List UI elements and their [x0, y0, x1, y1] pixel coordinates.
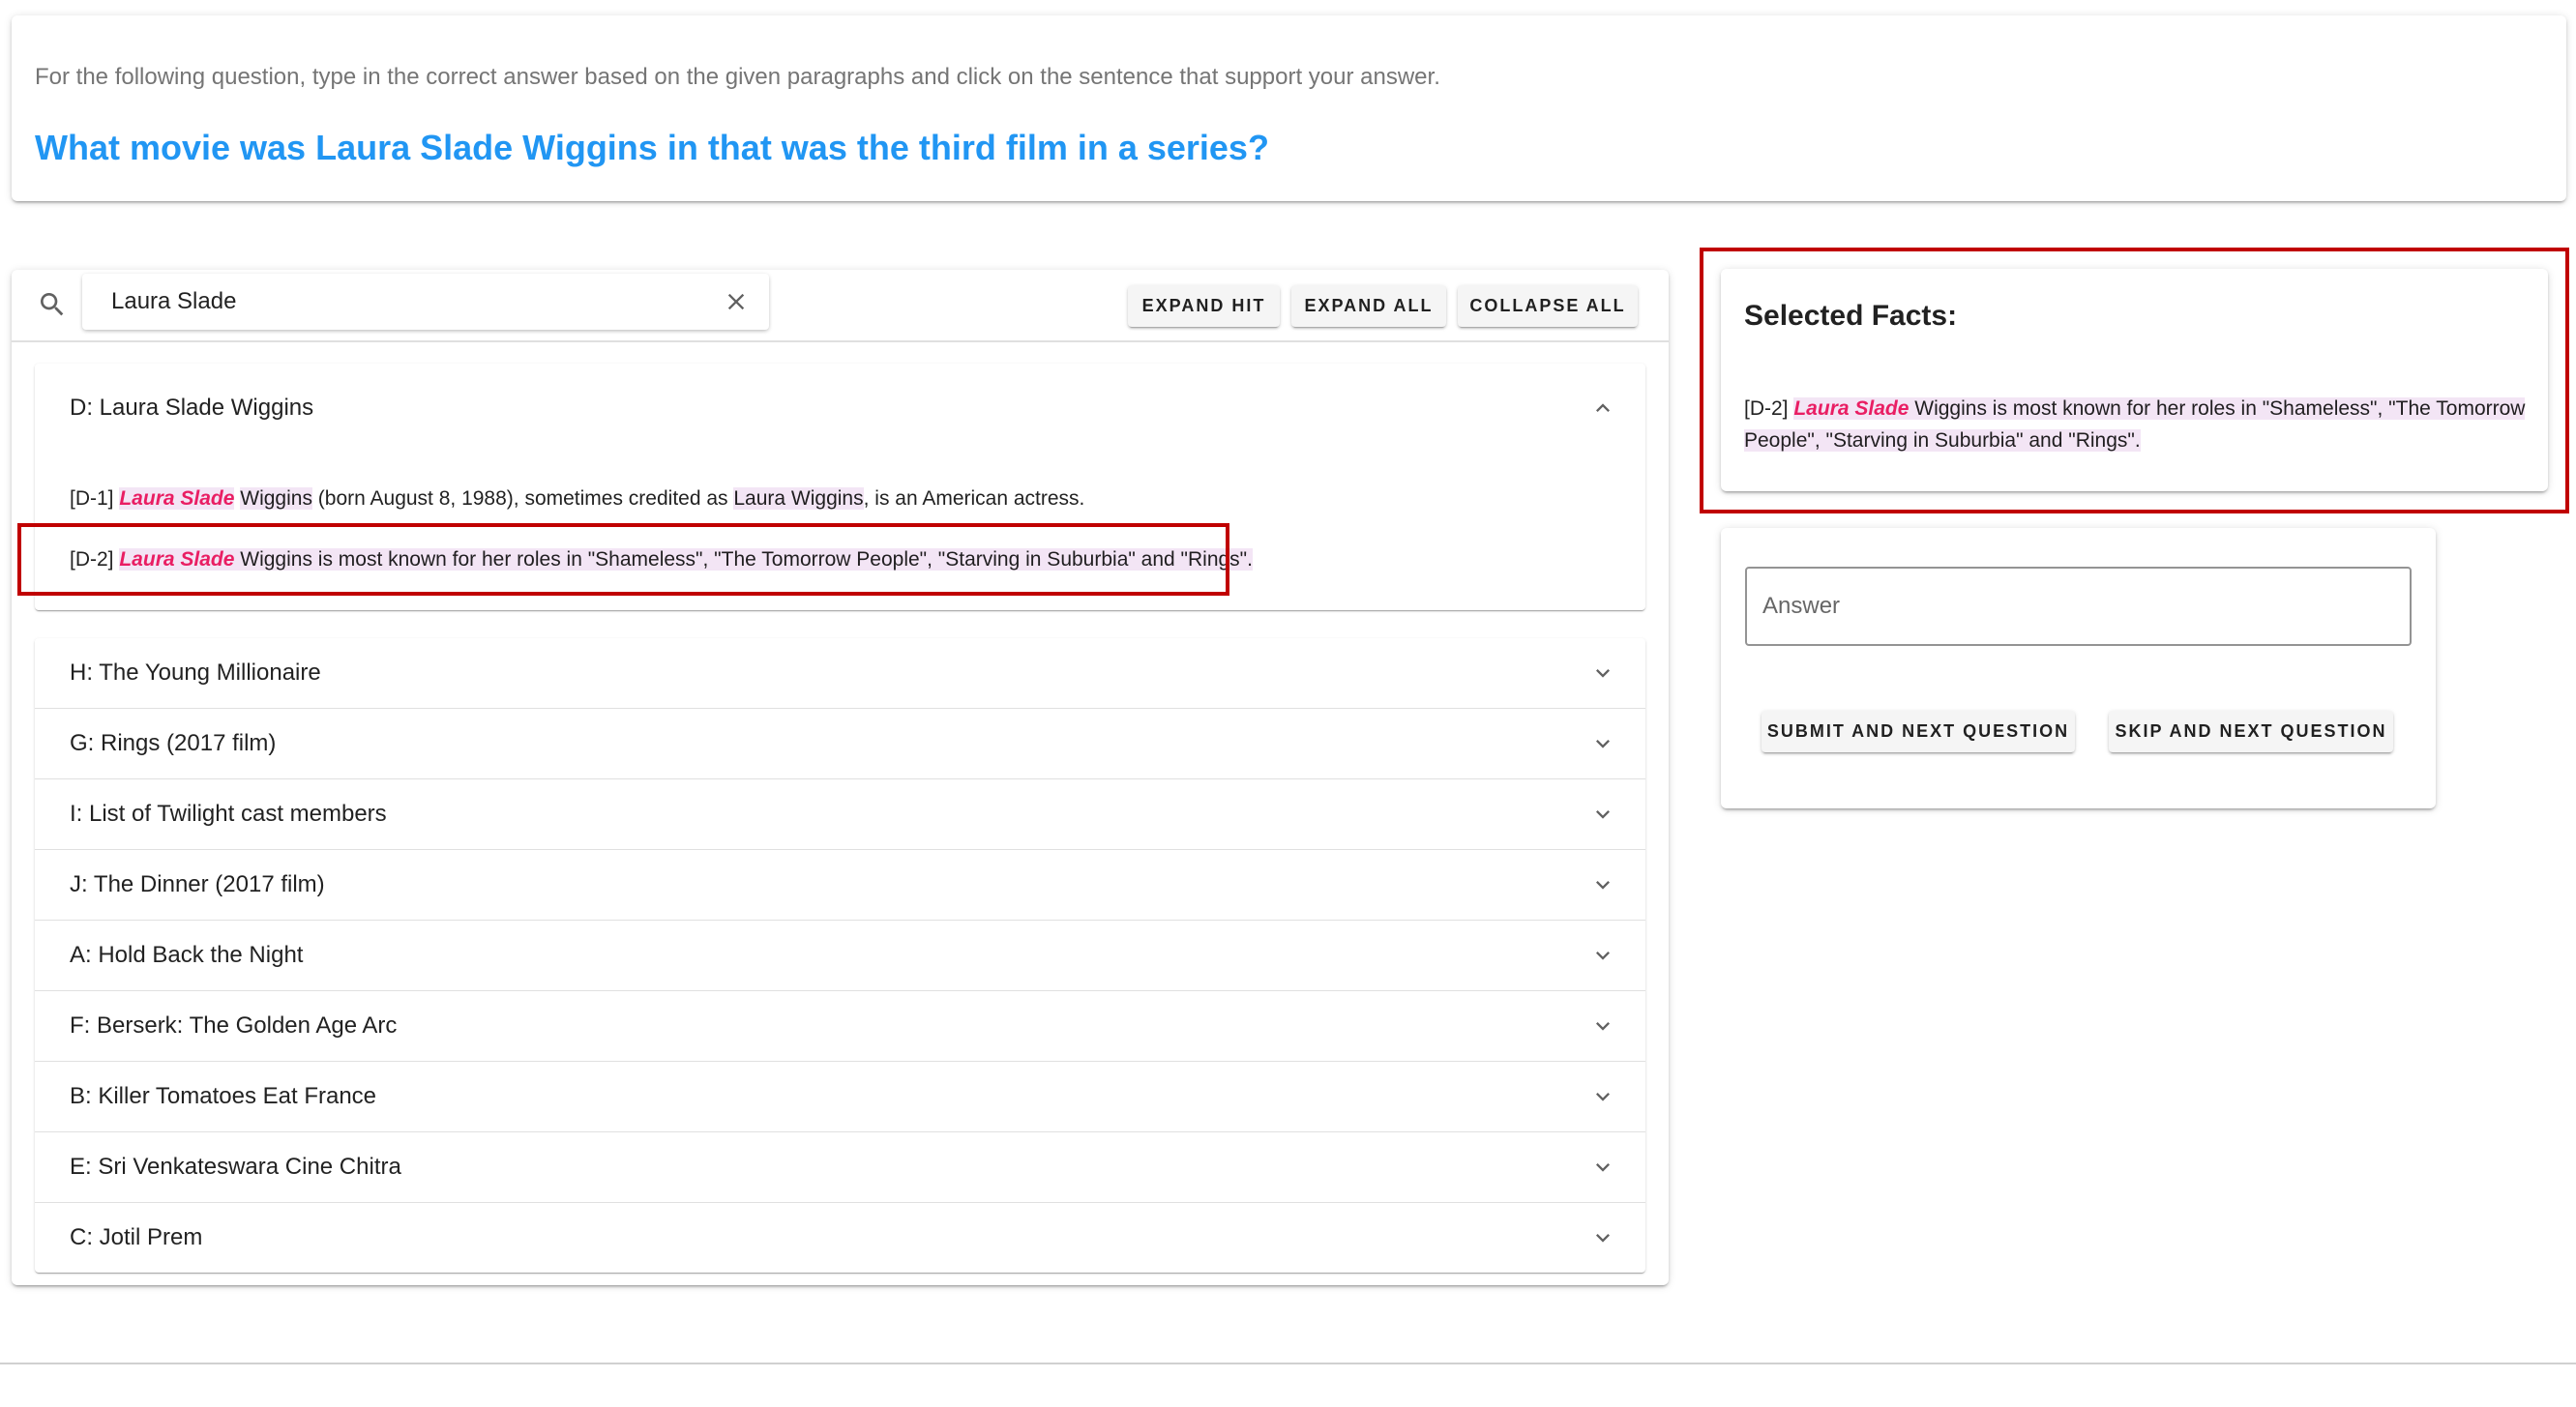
document-title: C: Jotil Prem: [70, 1224, 203, 1250]
document-title[interactable]: D: Laura Slade Wiggins: [70, 395, 313, 422]
document-row[interactable]: J: The Dinner (2017 film): [35, 850, 1645, 921]
document-title: A: Hold Back the Night: [70, 942, 304, 968]
document-row[interactable]: I: List of Twilight cast members: [35, 779, 1645, 850]
sentence-d1[interactable]: [D-1] Laura Slade Wiggins (born August 8…: [70, 487, 1084, 511]
document-row[interactable]: B: Killer Tomatoes Eat France: [35, 1062, 1645, 1132]
document-title: H: The Young Millionaire: [70, 660, 321, 686]
question-title: What movie was Laura Slade Wiggins in th…: [35, 128, 1269, 167]
document-title: E: Sri Venkateswara Cine Chitra: [70, 1154, 401, 1180]
document-row[interactable]: G: Rings (2017 film): [35, 709, 1645, 779]
chevron-down-icon[interactable]: [1589, 1154, 1616, 1181]
annotation-box: [17, 523, 1229, 596]
search-hit: Laura Slade: [119, 487, 235, 510]
documents-panel: EXPAND HIT EXPAND ALL COLLAPSE ALL D: La…: [12, 270, 1669, 1285]
highlight-text: Wiggins: [240, 487, 312, 510]
answer-input[interactable]: [1762, 569, 2382, 644]
document-row[interactable]: E: Sri Venkateswara Cine Chitra: [35, 1132, 1645, 1203]
divider: [0, 1363, 2576, 1364]
submit-next-button[interactable]: SUBMIT AND NEXT QUESTION: [1762, 711, 2075, 752]
answer-card: SUBMIT AND NEXT QUESTION SKIP AND NEXT Q…: [1721, 528, 2436, 808]
document-row[interactable]: H: The Young Millionaire: [35, 638, 1645, 709]
chevron-down-icon[interactable]: [1589, 660, 1616, 687]
document-row[interactable]: C: Jotil Prem: [35, 1203, 1645, 1273]
search-field: [82, 274, 769, 330]
document-title: B: Killer Tomatoes Eat France: [70, 1083, 377, 1109]
skip-next-button[interactable]: SKIP AND NEXT QUESTION: [2109, 711, 2393, 752]
search-input[interactable]: [111, 274, 692, 330]
document-title: G: Rings (2017 film): [70, 730, 277, 756]
search-icon: [41, 293, 64, 316]
document-title: J: The Dinner (2017 film): [70, 871, 325, 897]
expand-hit-button[interactable]: EXPAND HIT: [1128, 285, 1280, 327]
instruction-text: For the following question, type in the …: [35, 64, 1440, 90]
chevron-up-icon[interactable]: [1589, 395, 1616, 422]
chevron-down-icon[interactable]: [1589, 801, 1616, 828]
document-title: F: Berserk: The Golden Age Arc: [70, 1012, 398, 1039]
document-title: I: List of Twilight cast members: [70, 801, 387, 827]
document-row[interactable]: F: Berserk: The Golden Age Arc: [35, 991, 1645, 1062]
chevron-down-icon[interactable]: [1589, 1083, 1616, 1110]
expanded-document: D: Laura Slade Wiggins [D-1] Laura Slade…: [17, 364, 1645, 610]
sentence-text: (born August 8, 1988), sometimes credite…: [311, 487, 734, 510]
question-card: For the following question, type in the …: [12, 15, 2566, 201]
search-toolbar: EXPAND HIT EXPAND ALL COLLAPSE ALL: [12, 270, 1669, 342]
sentence-id: [D-1]: [70, 487, 114, 510]
chevron-down-icon[interactable]: [1589, 730, 1616, 757]
collapse-all-button[interactable]: COLLAPSE ALL: [1458, 285, 1638, 327]
document-row[interactable]: A: Hold Back the Night: [35, 921, 1645, 991]
chevron-down-icon[interactable]: [1589, 942, 1616, 969]
expand-all-button[interactable]: EXPAND ALL: [1291, 285, 1446, 327]
annotation-box: [1700, 248, 2569, 513]
chevron-down-icon[interactable]: [1589, 871, 1616, 898]
chevron-down-icon[interactable]: [1589, 1224, 1616, 1251]
sentence-text: , is an American actress.: [863, 487, 1085, 510]
close-icon[interactable]: [723, 288, 750, 315]
answer-field: [1745, 567, 2412, 646]
document-list: H: The Young Millionaire G: Rings (2017 …: [35, 638, 1645, 1273]
chevron-down-icon[interactable]: [1589, 1012, 1616, 1040]
highlight-text: Laura Wiggins: [733, 487, 864, 510]
